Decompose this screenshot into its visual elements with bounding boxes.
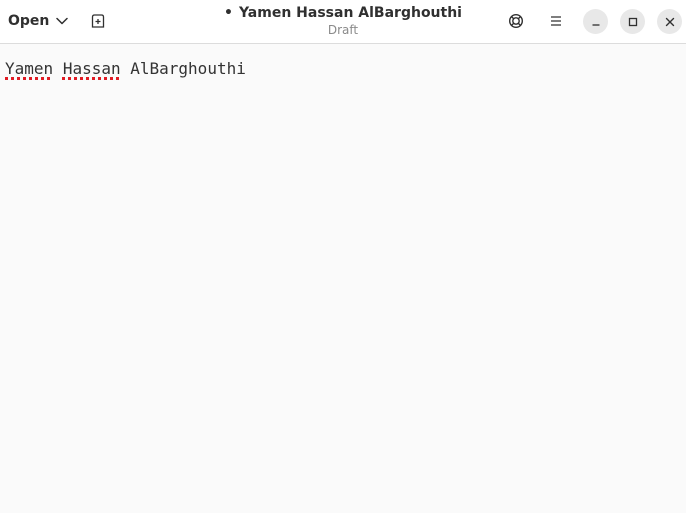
minimize-button[interactable] [583,9,608,34]
new-tab-button[interactable] [84,7,112,35]
open-button-label: Open [8,13,50,29]
title-line: • Yamen Hassan AlBarghouthi [150,3,536,23]
hamburger-menu-icon [549,15,563,27]
misspelled-word[interactable]: Yamen [5,59,53,78]
new-tab-icon [90,13,106,29]
window-title: • Yamen Hassan AlBarghouthi Draft [150,3,536,37]
main-menu-button[interactable] [542,7,570,35]
lifebuoy-icon [508,13,524,29]
chevron-down-icon [56,17,69,25]
editor-word[interactable]: AlBarghouthi [130,59,246,78]
maximize-icon [628,17,638,27]
text-editor-area[interactable]: Yamen Hassan AlBarghouthi [0,45,686,513]
maximize-button[interactable] [620,9,645,34]
headerbar: Open • Yamen Hassan AlBarghouthi Draft [0,0,686,44]
document-subtitle: Draft [327,23,359,37]
help-button[interactable] [502,7,530,35]
open-button[interactable]: Open [4,7,74,35]
minimize-icon [591,17,601,27]
editor-text-line[interactable]: Yamen Hassan AlBarghouthi [5,58,246,80]
close-button[interactable] [657,9,682,34]
close-icon [665,17,675,27]
misspelled-word[interactable]: Hassan [63,59,121,78]
text-editor-window: Open • Yamen Hassan AlBarghouthi Draft Y… [0,0,686,513]
modified-indicator: • [224,5,233,21]
document-title: Yamen Hassan AlBarghouthi [238,5,462,21]
